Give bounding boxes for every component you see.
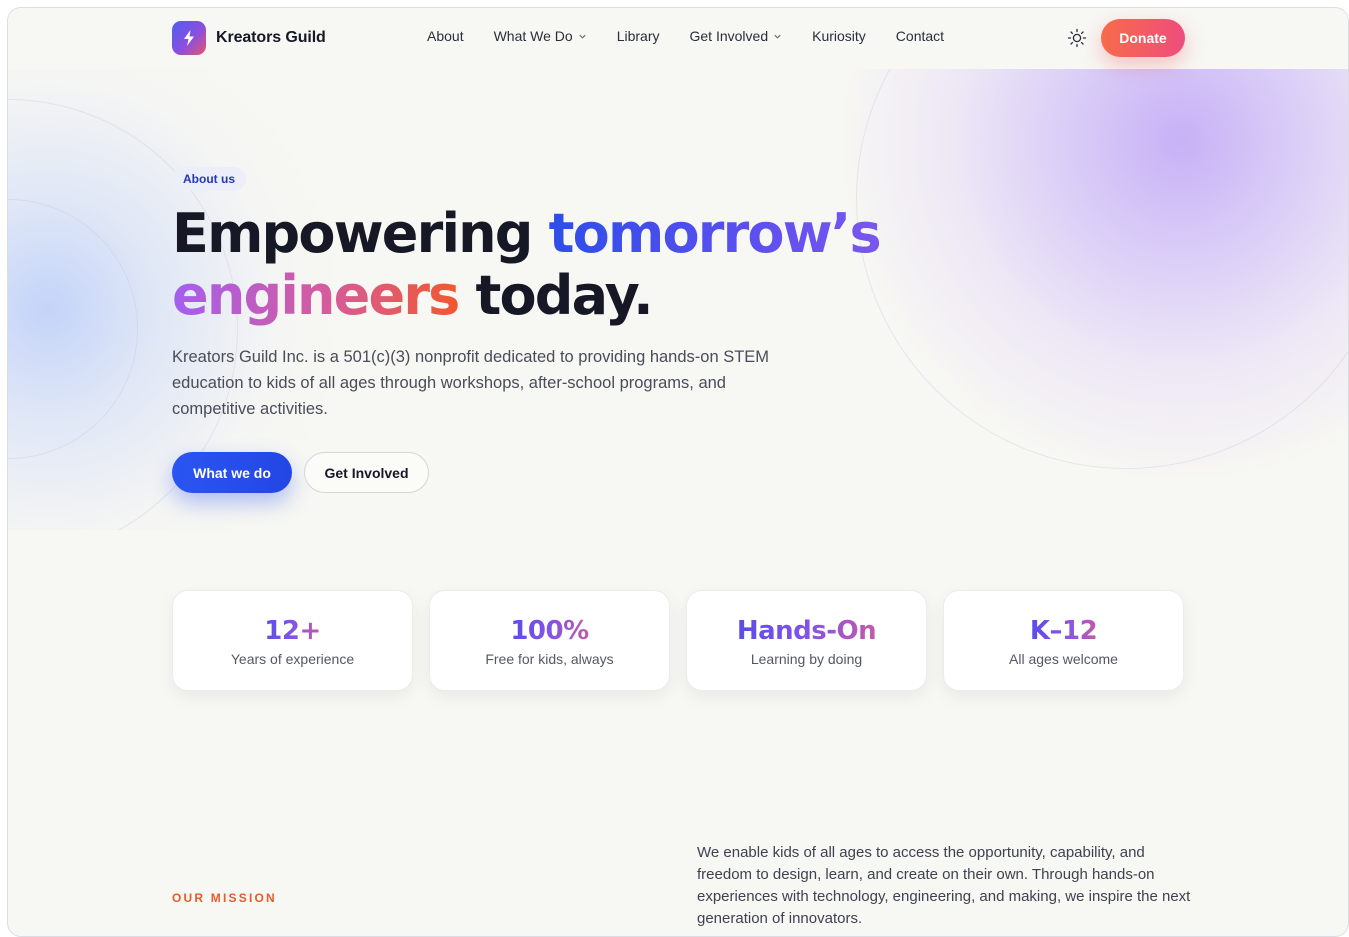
section-badge: About us: [172, 167, 246, 191]
stat-value: 12+: [264, 615, 321, 646]
chevron-down-icon: [774, 34, 781, 39]
nav-item-label: About: [427, 28, 464, 44]
headline-highlight: engineers: [172, 264, 460, 327]
logo-name: Kreators Guild: [216, 29, 326, 46]
get-involved-button[interactable]: Get Involved: [304, 452, 429, 493]
nav-item-library[interactable]: Library: [617, 28, 660, 44]
stat-card: 100% Free for kids, always: [429, 590, 670, 691]
nav-item-contact[interactable]: Contact: [896, 28, 944, 44]
headline-part: Empowering: [172, 202, 549, 265]
logo[interactable]: Kreators Guild: [172, 21, 326, 55]
main-nav: About What We Do Library Get Involved Ku…: [427, 28, 974, 44]
stat-card: 12+ Years of experience: [172, 590, 413, 691]
headline-part: today.: [458, 264, 653, 327]
hero-section: About us Empowering tomorrow’s engineers…: [8, 69, 1348, 530]
nav-item-label: Get Involved: [689, 28, 769, 44]
headline-highlight: tomorrow’s: [548, 202, 882, 265]
page-frame: Kreators Guild About What We Do Library …: [7, 7, 1349, 937]
nav-item-what-we-do[interactable]: What We Do: [494, 28, 587, 44]
sun-icon[interactable]: [1066, 27, 1088, 49]
stat-label: Free for kids, always: [485, 650, 614, 667]
stat-label: Years of experience: [230, 650, 355, 667]
nav-item-get-involved[interactable]: Get Involved: [690, 28, 783, 44]
decorative-ring: [856, 69, 1348, 469]
nav-item-label: Kuriosity: [812, 28, 866, 44]
nav-item-label: Library: [616, 28, 660, 44]
stat-label: All ages welcome: [1009, 650, 1118, 667]
stat-value: 100%: [510, 615, 589, 646]
mission-label: OUR MISSION: [172, 891, 277, 905]
stat-value: Hands-On: [736, 615, 877, 646]
site-header: Kreators Guild About What We Do Library …: [8, 8, 1348, 69]
nav-item-label: Contact: [895, 28, 945, 44]
hero-description: Kreators Guild Inc. is a 501(c)(3) nonpr…: [172, 348, 770, 418]
stats-row: 12+ Years of experience 100% Free for ki…: [172, 590, 1184, 691]
nav-item-label: What We Do: [493, 28, 573, 44]
nav-item-about[interactable]: About: [427, 28, 464, 44]
what-we-do-button[interactable]: What we do: [172, 452, 292, 493]
stat-card: Hands-On Learning by doing: [686, 590, 927, 691]
stat-card: K–12 All ages welcome: [943, 590, 1184, 691]
chevron-down-icon: [579, 34, 586, 39]
stat-label: Learning by doing: [750, 650, 863, 667]
nav-item-kuriosity[interactable]: Kuriosity: [812, 28, 866, 44]
lightning-bolt-icon: [172, 21, 206, 55]
donate-button[interactable]: Donate: [1101, 19, 1185, 57]
hero-headline: Empowering tomorrow’s engineers today.: [172, 203, 892, 327]
stat-value: K–12: [1029, 615, 1098, 646]
